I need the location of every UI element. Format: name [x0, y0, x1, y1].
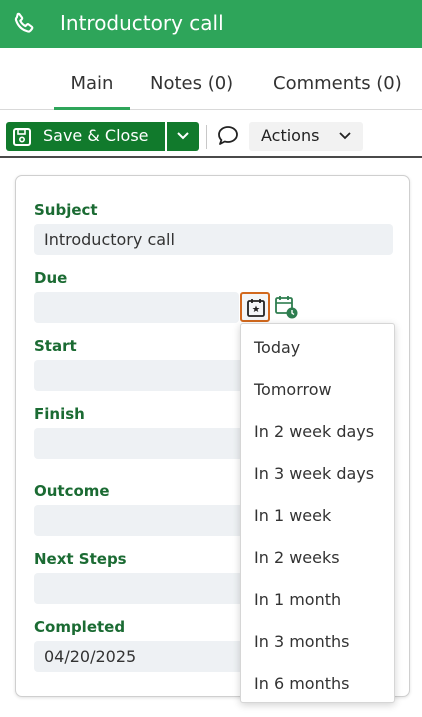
actions-button[interactable]: Actions: [249, 122, 363, 151]
date-quick-pick-menu: Today Tomorrow In 2 week days In 3 week …: [240, 323, 395, 703]
completed-value: 04/20/2025: [44, 647, 137, 666]
tab-comments[interactable]: Comments (0): [273, 73, 402, 94]
subject-label: Subject: [34, 201, 98, 219]
menu-item-in-2-weeks[interactable]: In 2 weeks: [254, 548, 340, 567]
calendar-clock-icon[interactable]: [274, 294, 300, 320]
subject-field[interactable]: Introductory call: [34, 224, 393, 255]
start-label: Start: [34, 337, 77, 355]
menu-item-in-3-months[interactable]: In 3 months: [254, 632, 349, 651]
chat-bubble-icon[interactable]: [215, 123, 241, 149]
tab-main[interactable]: Main: [54, 73, 130, 94]
actions-button-label: Actions: [261, 126, 320, 145]
menu-item-in-3-week-days[interactable]: In 3 week days: [254, 464, 374, 483]
toolbar: Save & Close Actions: [0, 110, 422, 158]
save-and-close-button[interactable]: Save & Close: [6, 122, 165, 151]
date-picker-button[interactable]: [240, 292, 270, 322]
calendar-star-icon: [247, 299, 265, 317]
title-bar: Introductory call: [0, 0, 422, 48]
menu-item-tomorrow[interactable]: Tomorrow: [254, 380, 332, 399]
toolbar-divider: [206, 125, 207, 149]
floppy-disk-icon: [13, 128, 31, 146]
menu-item-in-2-week-days[interactable]: In 2 week days: [254, 422, 374, 441]
subject-value: Introductory call: [44, 230, 175, 249]
completed-label: Completed: [34, 618, 126, 636]
next-steps-label: Next Steps: [34, 550, 127, 568]
save-button-label: Save & Close: [43, 126, 149, 145]
tab-notes[interactable]: Notes (0): [150, 73, 233, 94]
page-title: Introductory call: [60, 11, 224, 35]
due-label: Due: [34, 269, 68, 287]
menu-item-in-1-week[interactable]: In 1 week: [254, 506, 331, 525]
outcome-label: Outcome: [34, 482, 110, 500]
save-options-dropdown[interactable]: [167, 122, 199, 151]
tab-bar: Main Notes (0) Comments (0): [0, 48, 422, 110]
phone-icon: [14, 12, 34, 33]
chevron-down-icon: [339, 132, 351, 140]
menu-item-today[interactable]: Today: [254, 338, 300, 357]
menu-item-in-6-months[interactable]: In 6 months: [254, 674, 349, 693]
finish-label: Finish: [34, 405, 85, 423]
chevron-down-icon: [177, 132, 189, 140]
menu-item-in-1-month[interactable]: In 1 month: [254, 590, 341, 609]
due-field[interactable]: [34, 292, 239, 323]
